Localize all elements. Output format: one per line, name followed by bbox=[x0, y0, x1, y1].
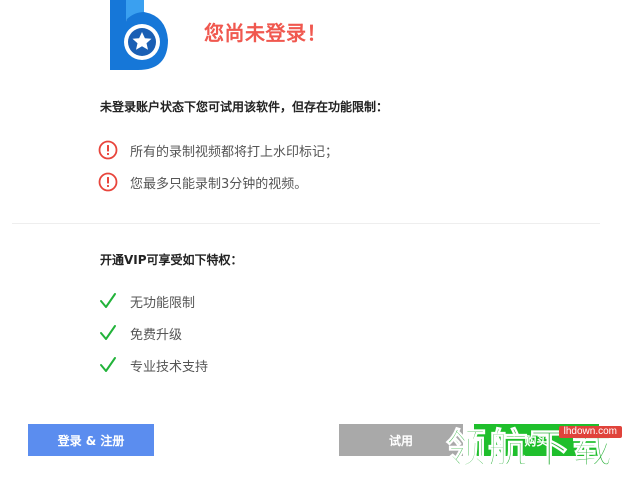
app-logo-star-icon bbox=[110, 0, 168, 70]
app-logo bbox=[104, 0, 176, 72]
benefit-label: 免费升级 bbox=[130, 327, 183, 343]
checkmark-icon bbox=[98, 355, 118, 375]
list-item: 无功能限制 bbox=[98, 291, 195, 311]
list-item: 专业技术支持 bbox=[98, 355, 208, 375]
vip-heading: 开通VIP可享受如下特权： bbox=[100, 253, 243, 267]
exclamation-circle-icon bbox=[98, 140, 118, 160]
buy-button[interactable]: 购买 bbox=[474, 424, 599, 456]
login-prompt-dialog: 您尚未登录！ 未登录账户状态下您可试用该软件，但存在功能限制： 所有的录制视频都… bbox=[0, 0, 627, 481]
checkmark-icon bbox=[98, 323, 118, 343]
page-title: 您尚未登录！ bbox=[204, 21, 327, 45]
benefit-label: 专业技术支持 bbox=[130, 359, 209, 375]
trial-button[interactable]: 试用 bbox=[339, 424, 463, 456]
login-register-button[interactable]: 登录 & 注册 bbox=[28, 424, 154, 456]
list-item: 您最多只能录制3分钟的视频。 bbox=[98, 172, 307, 192]
list-item: 免费升级 bbox=[98, 323, 182, 343]
limitation-label: 所有的录制视频都将打上水印标记； bbox=[130, 144, 339, 160]
benefit-label: 无功能限制 bbox=[130, 295, 196, 311]
exclamation-circle-icon bbox=[98, 172, 118, 192]
limitation-label: 您最多只能录制3分钟的视频。 bbox=[130, 176, 308, 192]
checkmark-icon bbox=[98, 291, 118, 311]
limitations-heading: 未登录账户状态下您可试用该软件，但存在功能限制： bbox=[100, 100, 389, 114]
section-divider bbox=[12, 223, 600, 224]
list-item: 所有的录制视频都将打上水印标记； bbox=[98, 140, 338, 160]
